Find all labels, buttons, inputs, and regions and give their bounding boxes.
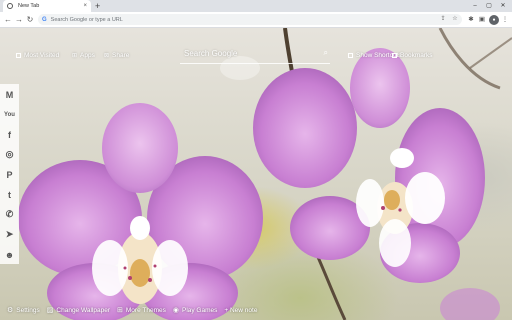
bookmark-star-icon[interactable]: ☆ [450, 14, 460, 25]
browser-toolbar: ← → ↻ G Search Google or type a URL ⇪ ☆ … [0, 12, 512, 28]
telegram-icon[interactable]: ➤ [3, 228, 16, 241]
image-icon: ▨ [46, 307, 54, 314]
omnibox[interactable]: G Search Google or type a URL ⇪ ☆ [38, 14, 462, 25]
bookmarks-label: Bookmarks [400, 52, 433, 59]
twitter-icon[interactable]: t [3, 188, 16, 201]
maximize-button[interactable]: ▢ [484, 0, 494, 12]
google-g-icon: G [42, 16, 47, 23]
share-icon: ⊠ [104, 53, 110, 59]
tab-title: New Tab [18, 3, 40, 9]
apps-link[interactable]: ⊞ Apps [72, 52, 95, 59]
checkbox-icon [348, 53, 353, 58]
whatsapp-icon[interactable]: ✆ [3, 208, 16, 221]
change-wallpaper-button[interactable]: ▨ Change Wallpaper [46, 306, 111, 315]
bookmarks-toggle[interactable]: Bookmarks [392, 52, 433, 59]
grid-icon: ⊞ [117, 307, 123, 314]
social-sidebar: M You f ◎ P t ✆ ➤ ☻ [0, 84, 19, 264]
instagram-icon[interactable]: ◎ [3, 148, 16, 161]
tab-close-icon[interactable]: × [83, 3, 87, 9]
close-window-button[interactable]: ✕ [498, 0, 508, 12]
most-visited-label: Most Visited [24, 52, 60, 59]
gmail-icon[interactable]: M [3, 88, 16, 101]
youtube-icon[interactable]: You [3, 108, 16, 121]
gamepad-icon: ◉ [172, 307, 179, 314]
profile-avatar[interactable]: ● [489, 15, 499, 25]
checkbox-icon [16, 53, 21, 58]
gear-icon: ⚙ [7, 307, 14, 314]
share-link[interactable]: ⊠ Share [104, 52, 129, 59]
more-themes-label: More Themes [125, 306, 166, 314]
reload-icon[interactable]: ↻ [25, 14, 35, 26]
wallpaper [0, 28, 512, 320]
bottom-bar: ⚙ Settings ▨ Change Wallpaper ⊞ More The… [0, 302, 257, 318]
play-games-button[interactable]: ◉ Play Games [172, 306, 218, 315]
back-icon[interactable]: ← [3, 14, 13, 26]
search-box[interactable]: Search Google ⌕ [180, 46, 330, 64]
menu-kebab-icon[interactable]: ⋮ [500, 15, 510, 25]
change-wallpaper-label: Change Wallpaper [56, 306, 111, 314]
settings-button[interactable]: ⚙ Settings [7, 306, 40, 315]
share-page-icon[interactable]: ⇪ [438, 14, 448, 25]
new-note-button[interactable]: + New note [224, 307, 257, 314]
pinterest-icon[interactable]: P [3, 168, 16, 181]
apps-label: Apps [80, 52, 95, 59]
share-label: Share [112, 52, 130, 59]
tab-strip: New Tab × + – ▢ ✕ [0, 0, 512, 12]
side-panel-icon[interactable]: ▣ [477, 15, 487, 25]
tab-new-tab[interactable]: New Tab × [3, 0, 91, 12]
new-tab-button[interactable]: + [95, 0, 100, 12]
play-games-label: Play Games [181, 306, 218, 314]
search-input[interactable]: Search Google [184, 49, 237, 58]
orchid-wallpaper-image [18, 28, 512, 320]
omnibox-input[interactable]: Search Google or type a URL [51, 17, 123, 23]
facebook-icon[interactable]: f [3, 128, 16, 141]
checkbox-icon [392, 53, 397, 58]
forward-icon[interactable]: → [14, 14, 24, 26]
more-themes-button[interactable]: ⊞ More Themes [117, 306, 166, 315]
settings-label: Settings [16, 306, 40, 314]
reddit-icon[interactable]: ☻ [3, 248, 16, 261]
minimize-button[interactable]: – [470, 0, 480, 12]
extensions-icon[interactable]: ✱ [466, 15, 476, 25]
chrome-favicon-icon [7, 3, 13, 9]
search-icon[interactable]: ⌕ [324, 48, 328, 58]
apps-grid-icon: ⊞ [72, 53, 78, 59]
new-note-label: + New note [224, 306, 258, 314]
most-visited-link[interactable]: Most Visited [16, 52, 59, 59]
